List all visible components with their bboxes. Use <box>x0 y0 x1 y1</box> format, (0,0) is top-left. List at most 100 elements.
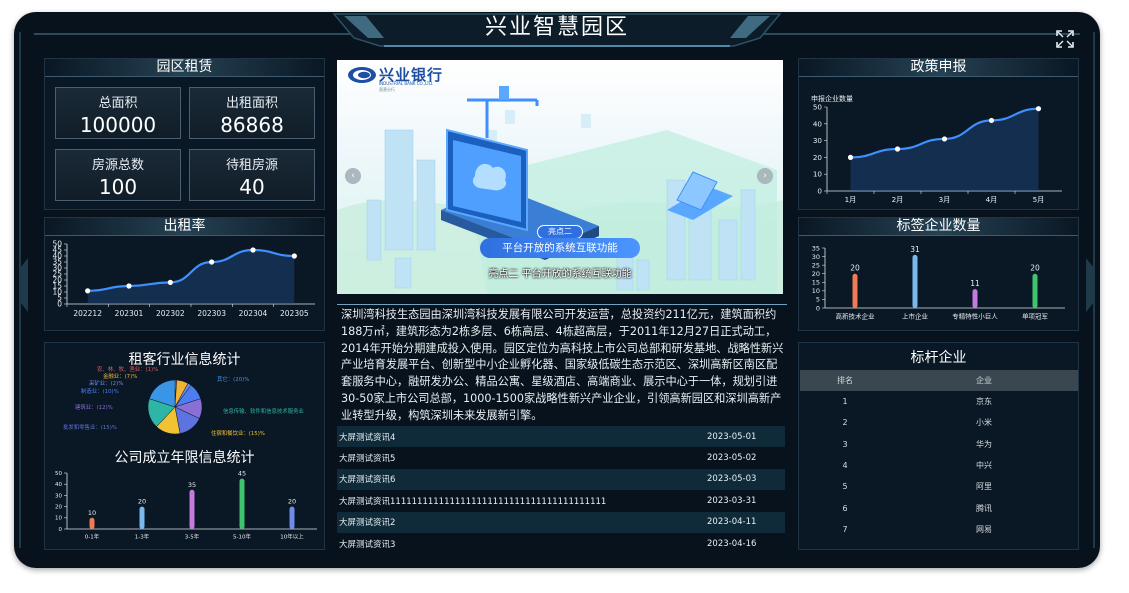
news-title: 大屏测试资讯1111111111111111111111111111111111… <box>339 496 607 507</box>
x-tick-label: 专精特性小巨人 <box>952 312 998 321</box>
stat-label: 待租房源 <box>225 158 278 173</box>
bank-branch: 直营分行 <box>379 87 395 92</box>
bar-value-label: 20 <box>1030 264 1040 273</box>
rank-cell: 2 <box>842 418 848 428</box>
news-title: 大屏测试资讯5 <box>339 454 396 465</box>
pie-label: 住宿和餐饮业：(15)% <box>211 429 265 437</box>
bar-value-label: 20 <box>850 264 860 273</box>
rank-cell: 3 <box>842 439 848 449</box>
x-tick-label: 10年以上 <box>280 533 304 541</box>
news-date: 2023-05-02 <box>707 453 757 464</box>
news-row[interactable]: 大屏测试资讯1111111111111111111111111111111111… <box>337 490 785 511</box>
y-tick-label: 0 <box>59 527 63 533</box>
bar <box>972 289 978 308</box>
news-title: 大屏测试资讯4 <box>339 432 396 443</box>
news-date: 2023-03-31 <box>707 495 757 506</box>
table-row: 2 小米 <box>800 412 1078 433</box>
pie-label: 金融业：(7)% <box>103 372 137 380</box>
occupancy-line-chart: 05101520253035404550202212 202301 202302 20… <box>52 240 315 318</box>
news-date: 2023-04-11 <box>707 517 757 528</box>
banner-badge: 亮点二 <box>537 225 583 239</box>
y-tick-label: 10 <box>55 516 62 522</box>
x-tick-label: 202304 <box>239 309 268 318</box>
y-tick-label: 20 <box>55 505 62 511</box>
pie-label: 农、林、牧、渔业：(1)% <box>97 365 158 373</box>
y-tick-label: 40 <box>55 482 62 488</box>
line-point <box>894 146 901 152</box>
company-cell: 华为 <box>976 439 992 449</box>
bar <box>852 273 858 308</box>
bar <box>912 254 918 308</box>
stat-value: 100 <box>98 175 138 199</box>
pie-label: 信息传输、软件和信息技术服务业 <box>223 407 304 415</box>
x-tick-label: 1月 <box>845 195 857 204</box>
rank-cell: 6 <box>842 503 848 513</box>
line-point <box>291 253 297 259</box>
y-tick-label: 20 <box>813 153 823 162</box>
bar <box>1032 273 1038 308</box>
news-row[interactable]: 大屏测试资讯2 2023-04-11 <box>337 511 785 533</box>
rank-cell: 5 <box>842 482 848 492</box>
y-tick-label: 35 <box>812 244 820 252</box>
column-header-company: 企业 <box>976 376 992 385</box>
tags-bar-chart: 0510152025303520高新技术企业31上市企业11专精特性小巨人20单… <box>812 244 1065 321</box>
dashboard-frame: 兴业智慧园区 园区租赁 总面积 100000 出租面积 86868 房源总数 1… <box>14 12 1100 568</box>
pie-label: 制造业：(10)% <box>81 387 119 395</box>
stat-label: 房源总数 <box>91 158 144 173</box>
company-cell: 网易 <box>976 524 992 534</box>
bank-name-en: INDUSTRIAL BANK CO.,LTD. <box>379 81 434 86</box>
news-date: 2023-04-16 <box>707 538 757 549</box>
news-row[interactable]: 大屏测试资讯3 2023-04-16 <box>337 533 785 554</box>
line-point <box>209 259 215 265</box>
bar-value-label: 11 <box>970 279 980 288</box>
stat-label: 出租面积 <box>225 96 278 111</box>
carousel-banner[interactable]: 兴业银行 INDUSTRIAL BANK CO.,LTD. 直营分行 亮点二 平… <box>337 60 783 294</box>
bar-value-label: 20 <box>288 498 296 506</box>
company-cell: 中兴 <box>976 461 992 471</box>
table-row: 6 腾讯 <box>800 497 1078 518</box>
x-tick-label: 3月 <box>939 195 951 204</box>
policy-title: 政策申报 <box>910 59 967 75</box>
bar <box>289 506 295 529</box>
rank-cell: 4 <box>842 461 848 471</box>
x-tick-label: 1-3年 <box>135 533 150 541</box>
news-row[interactable]: 大屏测试资讯4 2023-05-01 <box>337 426 785 448</box>
bar <box>239 478 245 529</box>
stat-value: 100000 <box>79 113 157 137</box>
bar <box>139 506 145 529</box>
stat-total-units: 房源总数 100 <box>55 149 181 201</box>
x-tick-label: 0-1年 <box>85 533 100 541</box>
fullscreen-icon[interactable] <box>1056 30 1074 48</box>
stat-value: 40 <box>239 175 265 199</box>
pie-label: 批发和零售业：(15)% <box>63 423 117 431</box>
bar-value-label: 10 <box>88 509 96 517</box>
benchmark-table: 排名 企业 1 京东 2 小米 3 华为 4 中兴 5 阿里 6 腾讯 7 网易 <box>800 370 1078 540</box>
industry-panel: 租客行业信息统计 农、林、牧、渔业：(1)% 金融业：(7)% 采矿业：(2)% 制造… <box>44 342 325 550</box>
stat-total-area: 总面积 100000 <box>55 87 181 139</box>
y-tick-label: 50 <box>813 103 823 112</box>
column-header-rank: 排名 <box>837 376 853 385</box>
bar <box>89 517 95 529</box>
news-date: 2023-05-01 <box>707 431 757 442</box>
x-tick-label: 4月 <box>986 195 998 204</box>
y-tick-label: 30 <box>813 136 823 145</box>
news-row[interactable]: 大屏测试资讯6 2023-05-03 <box>337 468 785 491</box>
table-row: 3 华为 <box>800 434 1078 455</box>
carousel-next-button[interactable]: › <box>757 168 773 184</box>
stat-rented-area: 出租面积 86868 <box>189 87 315 139</box>
y-tick-label: 50 <box>55 471 62 477</box>
line-point <box>941 136 948 142</box>
banner-caption: 亮点二 平台开放的系统互联功能 <box>488 269 632 280</box>
line-point <box>1035 106 1042 112</box>
rent-title: 园区租赁 <box>156 59 213 75</box>
policy-panel: 政策申报 0 10 20 30 40 50 1月 2月 3月 4月 5月 申报企业数量 <box>798 58 1079 210</box>
table-header: 排名 企业 <box>800 370 1078 391</box>
carousel-prev-button[interactable]: ‹ <box>345 168 361 184</box>
y-tick-label: 30 <box>55 493 62 499</box>
page-title: 兴业智慧园区 <box>484 15 629 40</box>
x-tick-label: 高新技术企业 <box>836 312 876 321</box>
years-title: 公司成立年限信息统计 <box>114 450 255 466</box>
line-point <box>250 247 256 253</box>
company-cell: 阿里 <box>976 482 992 492</box>
news-row[interactable]: 大屏测试资讯5 2023-05-02 <box>337 447 785 468</box>
